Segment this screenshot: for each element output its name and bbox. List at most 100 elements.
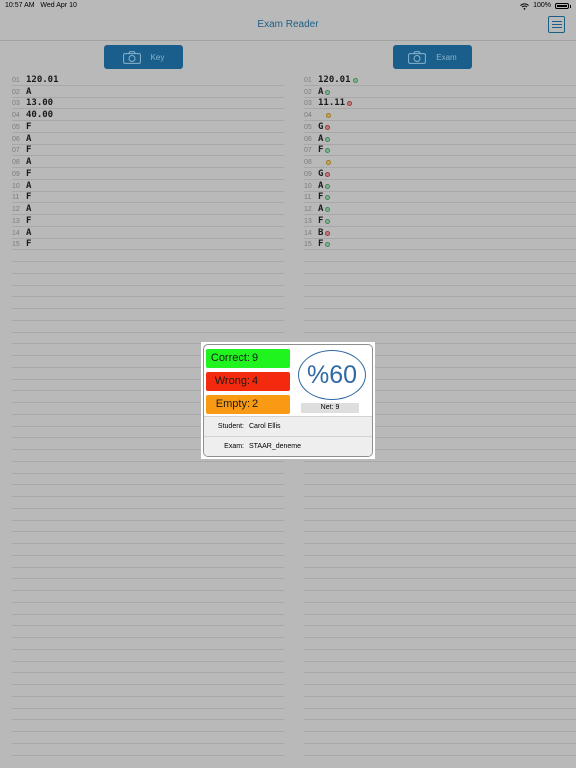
answer-row: 15 F [304,239,576,251]
answer-row: 08 [304,156,576,168]
answer-value: 120.01 [26,74,59,85]
answer-row [12,638,284,650]
question-number: 01 [12,76,20,84]
answer-row: 12 A [304,203,576,215]
exam-camera-button[interactable]: Exam [393,45,472,69]
answer-row: 11 F [304,192,576,204]
answer-value: A [26,227,32,238]
answer-row [12,532,284,544]
answer-row [304,474,576,486]
question-number: 09 [12,170,20,178]
question-number: 09 [304,170,312,178]
correct-mark-icon [325,195,331,201]
page-title: Exam Reader [257,19,319,30]
date-text: Wed Apr 10 [40,2,77,9]
answer-row [12,497,284,509]
answer-row: 02 A [12,86,284,98]
answer-row: 14 A [12,227,284,239]
answer-value: B [318,227,324,238]
answer-row: 11 F [12,192,284,204]
correct-mark-icon [352,77,358,83]
key-camera-button[interactable]: Key [104,45,183,69]
answer-row: 15 F [12,239,284,251]
battery-icon [555,3,569,9]
question-number: 01 [304,76,312,84]
correct-mark-icon [325,207,331,212]
question-number: 03 [12,100,20,108]
question-number: 14 [304,229,312,237]
correct-count: 9 [252,352,259,364]
score-value: %60 [306,360,358,389]
wrong-label: Wrong: [214,375,250,387]
question-number: 14 [12,229,20,237]
empty-count: 2 [252,398,259,410]
answer-row: 13 F [12,215,284,227]
result-popup: Correct: 9 Wrong: 4 Empty: 2 %60 Net: 9 … [201,342,375,459]
answer-row [12,321,284,333]
correct-mark-icon [325,136,331,142]
answer-row [12,662,284,674]
answer-value: A [26,86,32,97]
question-number: 06 [304,135,312,143]
answer-row [304,485,576,497]
empty-count-badge: Empty: 2 [206,395,290,414]
result-card: Correct: 9 Wrong: 4 Empty: 2 %60 Net: 9 … [203,344,373,457]
question-number: 05 [12,123,20,131]
exam-row: Exam: STAAR_deneme [204,436,372,456]
answer-value: F [26,192,32,203]
question-number: 12 [304,206,312,213]
answer-row: 12 A [12,203,284,215]
answer-row [304,697,576,709]
list-icon-line [551,23,562,26]
answer-value: A [318,180,324,191]
student-name: Carol Ellis [249,423,281,430]
answer-row [12,709,284,721]
answer-row [12,732,284,744]
answer-row [304,250,576,262]
wrong-mark-icon [325,124,331,130]
question-number: 10 [12,182,20,190]
answer-value: F [318,192,324,203]
wrong-mark-icon [325,230,331,236]
answer-row [304,615,576,627]
answer-row: 02 A [304,86,576,98]
camera-icon [408,50,427,64]
correct-mark-icon [325,183,331,189]
wrong-count: 4 [252,375,259,387]
menu-button[interactable] [548,16,565,33]
nav-bar: Exam Reader [0,12,576,41]
question-number: 15 [304,241,312,249]
question-number: 02 [304,88,312,96]
correct-mark-icon [325,218,331,224]
empty-mark-icon [326,160,331,165]
exam-label: Exam: [224,443,244,450]
correct-mark-icon [325,148,331,154]
answer-row [304,297,576,309]
answer-row [12,744,284,756]
answer-row [304,321,576,333]
answer-row [304,556,576,568]
question-number: 07 [12,147,20,155]
answer-row [12,544,284,556]
answer-row [12,697,284,709]
answer-row [12,474,284,486]
question-number: 04 [12,112,20,119]
answer-value: G [318,168,324,179]
answer-row [304,262,576,274]
answer-row [12,309,284,321]
answer-row [304,462,576,474]
question-number: 05 [304,123,312,131]
wrong-count-badge: Wrong: 4 [206,372,290,391]
answer-row: 09 F [12,168,284,180]
answer-row: 01 120.01 [12,74,284,86]
net-score: Net: 9 [301,403,359,413]
answer-value: F [26,121,32,132]
empty-mark-icon [326,113,331,118]
answer-row [304,568,576,580]
answer-row: 09 G [304,168,576,180]
answer-value: A [26,157,32,167]
question-number: 03 [304,100,312,108]
answer-value: A [318,204,324,214]
correct-count-badge: Correct: 9 [206,349,290,368]
question-number: 08 [12,159,20,166]
